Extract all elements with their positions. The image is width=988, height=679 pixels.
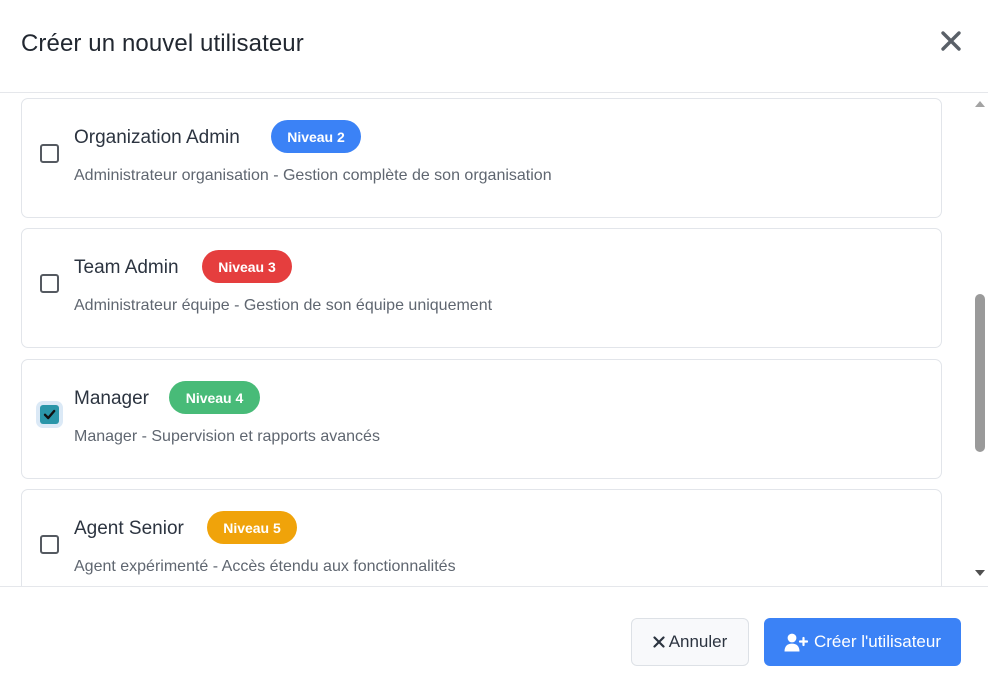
role-description: Agent expérimenté - Accès étendu aux fon… (74, 558, 456, 575)
scrollbar-thumb[interactable] (975, 294, 985, 452)
level-badge: Niveau 3 (202, 250, 292, 283)
modal-header: Créer un nouvel utilisateur (0, 0, 988, 93)
scroll-up-arrow-icon[interactable] (975, 100, 985, 107)
level-badge: Niveau 4 (169, 381, 260, 414)
checkmark-icon (43, 409, 56, 420)
role-list: Organization Admin Niveau 2 Administrate… (0, 93, 988, 586)
role-checkbox[interactable] (40, 405, 59, 424)
role-checkbox[interactable] (40, 535, 59, 554)
role-name: Organization Admin (74, 127, 240, 148)
role-name: Agent Senior (74, 518, 184, 539)
close-icon (941, 31, 961, 51)
role-card-agent-senior[interactable]: Agent Senior Niveau 5 Agent expérimenté … (21, 489, 942, 586)
create-user-button[interactable]: Créer l'utilisateur (764, 618, 961, 666)
cancel-label: Annuler (668, 632, 728, 651)
role-name: Manager (74, 388, 149, 409)
create-user-modal: Créer un nouvel utilisateur Organization… (0, 0, 988, 679)
modal-footer: Annuler Créer l'utilisateur (0, 586, 988, 679)
scroll-down-arrow-icon[interactable] (975, 570, 985, 577)
level-badge: Niveau 2 (271, 120, 361, 153)
modal-title: Créer un nouvel utilisateur (21, 30, 304, 57)
level-badge: Niveau 5 (207, 511, 297, 544)
role-card-organization-admin[interactable]: Organization Admin Niveau 2 Administrate… (21, 98, 942, 218)
role-description: Manager - Supervision et rapports avancé… (74, 428, 380, 445)
close-button[interactable] (934, 26, 968, 56)
role-card-team-admin[interactable]: Team Admin Niveau 3 Administrateur équip… (21, 228, 942, 348)
role-card-manager[interactable]: Manager Niveau 4 Manager - Supervision e… (21, 359, 942, 479)
cancel-button[interactable]: Annuler (631, 618, 749, 666)
scrollbar[interactable] (972, 93, 988, 586)
role-checkbox[interactable] (40, 274, 59, 293)
role-description: Administrateur organisation - Gestion co… (74, 167, 552, 184)
role-description: Administrateur équipe - Gestion de son é… (74, 297, 493, 314)
create-label: Créer l'utilisateur (813, 632, 941, 651)
role-name: Team Admin (74, 257, 179, 278)
role-checkbox[interactable] (40, 144, 59, 163)
times-icon (653, 636, 665, 648)
user-plus-icon (784, 633, 808, 651)
